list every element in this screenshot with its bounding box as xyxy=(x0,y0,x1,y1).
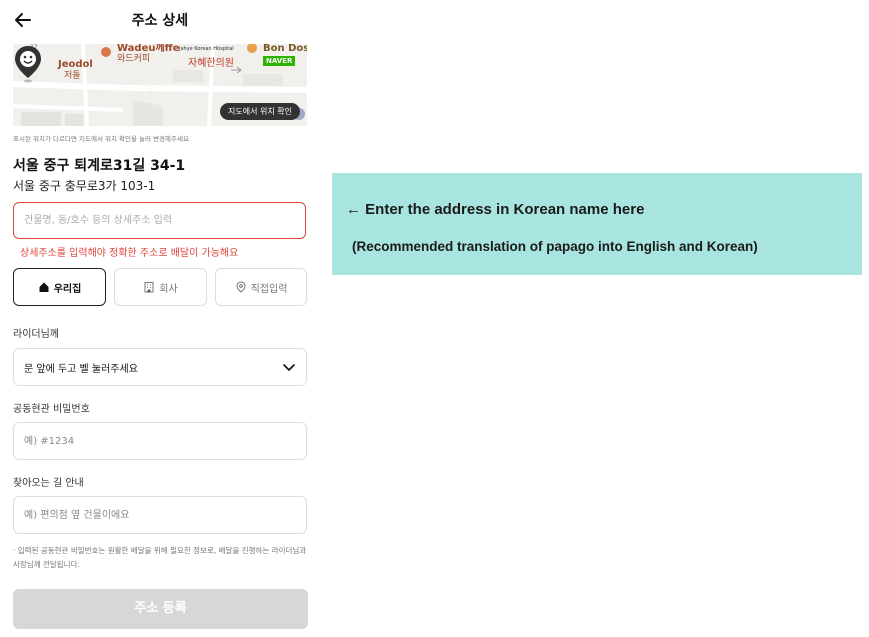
map-label-bondosin: Bon Dosin xyxy=(263,44,307,54)
location-pin-icon xyxy=(236,281,246,293)
type-office-label: 회사 xyxy=(159,283,178,295)
rider-section-label: 라이더님께 xyxy=(13,329,59,340)
annotation-box: ← Enter the address in Korean name here … xyxy=(332,173,862,275)
type-office-button[interactable]: 회사 xyxy=(114,268,207,306)
road-address: 서울 중구 퇴계로31길 34-1 xyxy=(13,158,186,174)
map-label-hospital-ko: 자혜한의원 xyxy=(188,58,234,69)
error-message: 상세주소를 입력해야 정확한 주소로 배달이 가능해요 xyxy=(20,248,239,259)
rider-request-value: 문 앞에 두고 벨 눌러주세요 xyxy=(24,363,138,375)
lot-address: 서울 중구 충무로3가 103-1 xyxy=(13,179,156,193)
map-label-cafe: 와드커피 xyxy=(117,54,151,64)
annotation-line-1: ← Enter the address in Korean name here xyxy=(346,201,645,218)
annotation-line-2: (Recommended translation of papago into … xyxy=(352,239,758,254)
rider-request-select[interactable]: 문 앞에 두고 벨 눌러주세요 xyxy=(13,348,307,386)
type-direct-label: 직접입력 xyxy=(250,283,288,295)
address-detail-screen: 주소 상세 37 Wadeu께ffe 와드커피 Jeodol 저돌 Jahye … xyxy=(0,0,320,637)
home-icon xyxy=(39,282,49,292)
directions-input[interactable] xyxy=(13,496,307,534)
chevron-down-icon xyxy=(283,364,295,371)
map-pin-icon xyxy=(15,46,41,83)
gate-password-input[interactable] xyxy=(13,422,307,460)
directions-label: 찾아오는 길 안내 xyxy=(13,478,84,489)
map-label-jeodol: Jeodol xyxy=(58,59,93,70)
map-preview[interactable]: 37 Wadeu께ffe 와드커피 Jeodol 저돌 Jahye Korean… xyxy=(13,44,307,126)
privacy-note: · 입력된 공동현관 비밀번호는 원활한 배달을 위해 필요한 정보로, 배달을… xyxy=(13,546,307,569)
map-label-hospital-en: Jahye Korean Hospital xyxy=(179,46,234,52)
type-direct-button[interactable]: 직접입력 xyxy=(215,268,307,306)
map-label-wadeu: Wadeu께ffe xyxy=(117,44,180,54)
gate-password-label: 공동현관 비밀번호 xyxy=(13,404,90,415)
map-hint: 표시된 위치가 다르다면 지도에서 위치 확인을 눌러 변경해주세요 xyxy=(13,135,189,143)
type-home-label: 우리집 xyxy=(53,283,82,295)
check-location-button[interactable]: 지도에서 위치 확인 xyxy=(220,103,300,120)
type-home-button[interactable]: 우리집 xyxy=(13,268,106,306)
building-icon xyxy=(144,282,154,293)
submit-address-button[interactable]: 주소 등록 xyxy=(13,589,308,629)
detail-address-input[interactable] xyxy=(13,202,306,239)
page-title: 주소 상세 xyxy=(131,13,189,29)
header: 주소 상세 xyxy=(0,0,320,42)
naver-logo: NAVER xyxy=(263,56,296,66)
map-label-jeodol-ko: 저돌 xyxy=(64,71,81,81)
